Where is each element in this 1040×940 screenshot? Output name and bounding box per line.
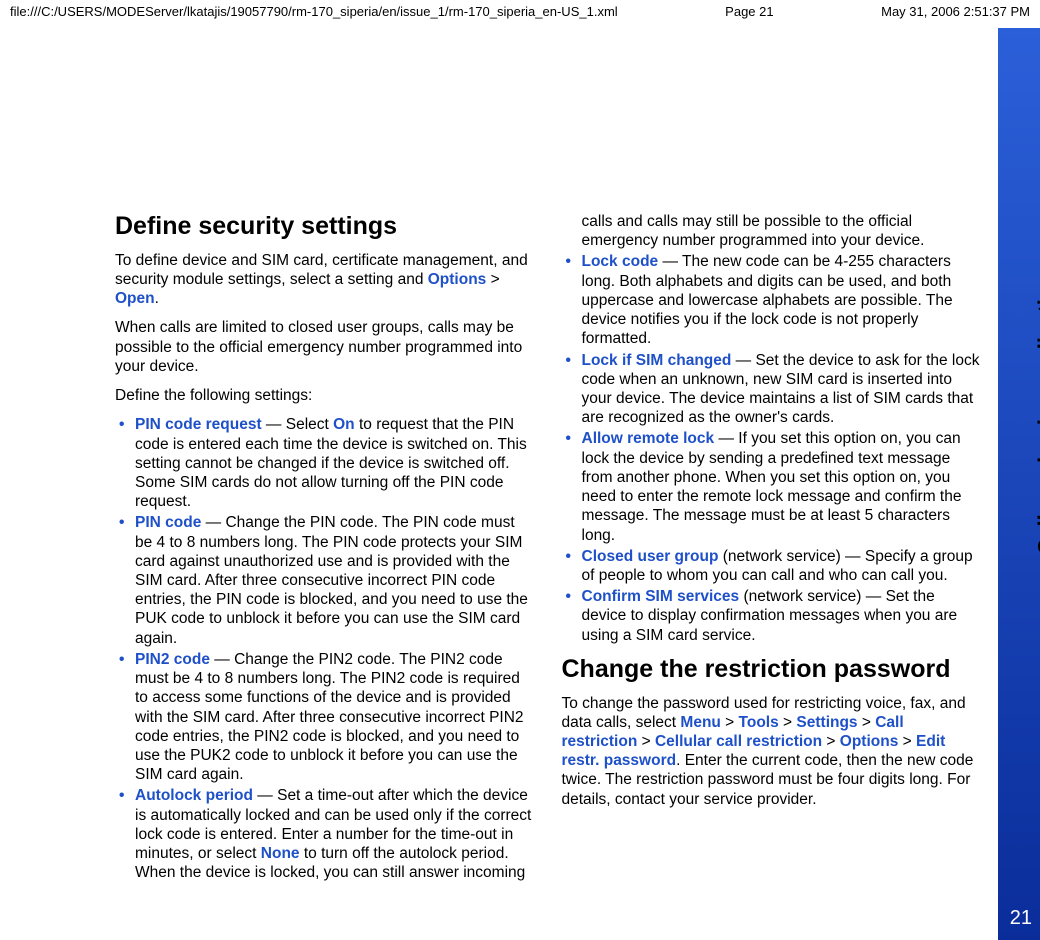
paragraph: When calls are limited to closed user gr… [115, 318, 534, 376]
heading-define-security: Define security settings [115, 212, 534, 241]
heading-change-restriction: Change the restriction password [562, 655, 981, 684]
file-path: file:///C:/USERS/MODEServer/lkatajis/190… [10, 4, 618, 19]
kw-settings: Settings [796, 714, 857, 731]
side-tab-label: Calls and voice applications [1034, 260, 1040, 555]
list-item: PIN code request — Select On to request … [115, 415, 534, 511]
kw-pin-code: PIN code [135, 514, 201, 531]
kw-menu: Menu [680, 714, 720, 731]
kw-closed-user-group: Closed user group [582, 548, 719, 565]
intro-paragraph: To define device and SIM card, certifica… [115, 251, 534, 309]
list-item: Lock code — The new code can be 4-255 ch… [562, 252, 981, 348]
list-item: Lock if SIM changed — Set the device to … [562, 351, 981, 428]
kw-confirm-sim-services: Confirm SIM services [582, 588, 740, 605]
page-label: Page 21 [725, 4, 773, 19]
list-item: Allow remote lock — If you set this opti… [562, 429, 981, 544]
list-item: Confirm SIM services (network service) —… [562, 587, 981, 645]
kw-options-2: Options [840, 733, 899, 750]
kw-on: On [333, 416, 355, 433]
kw-options: Options [428, 271, 487, 288]
kw-lock-if-sim-changed: Lock if SIM changed [582, 352, 732, 369]
kw-allow-remote-lock: Allow remote lock [582, 430, 715, 447]
kw-open: Open [115, 290, 155, 307]
kw-tools: Tools [739, 714, 779, 731]
datetime: May 31, 2006 2:51:37 PM [881, 4, 1030, 19]
kw-pin-code-request: PIN code request [135, 416, 262, 433]
kw-pin2-code: PIN2 code [135, 651, 210, 668]
kw-autolock-period: Autolock period [135, 787, 257, 804]
kw-lock-code: Lock code [582, 253, 659, 270]
kw-none: None [261, 845, 300, 862]
content-body: Define security settings To define devic… [115, 212, 980, 920]
list-item: PIN2 code — Change the PIN2 code. The PI… [115, 650, 534, 785]
page: file:///C:/USERS/MODEServer/lkatajis/190… [0, 0, 1040, 940]
page-number: 21 [1010, 907, 1032, 930]
kw-cellular-call-restriction: Cellular call restriction [655, 733, 822, 750]
paragraph: Define the following settings: [115, 386, 534, 405]
print-header: file:///C:/USERS/MODEServer/lkatajis/190… [0, 0, 1040, 19]
list-item: PIN code — Change the PIN code. The PIN … [115, 513, 534, 648]
section-block: Change the restriction password To chang… [562, 655, 981, 809]
list-item: Closed user group (network service) — Sp… [562, 547, 981, 585]
paragraph: To change the password used for restrict… [562, 694, 981, 809]
